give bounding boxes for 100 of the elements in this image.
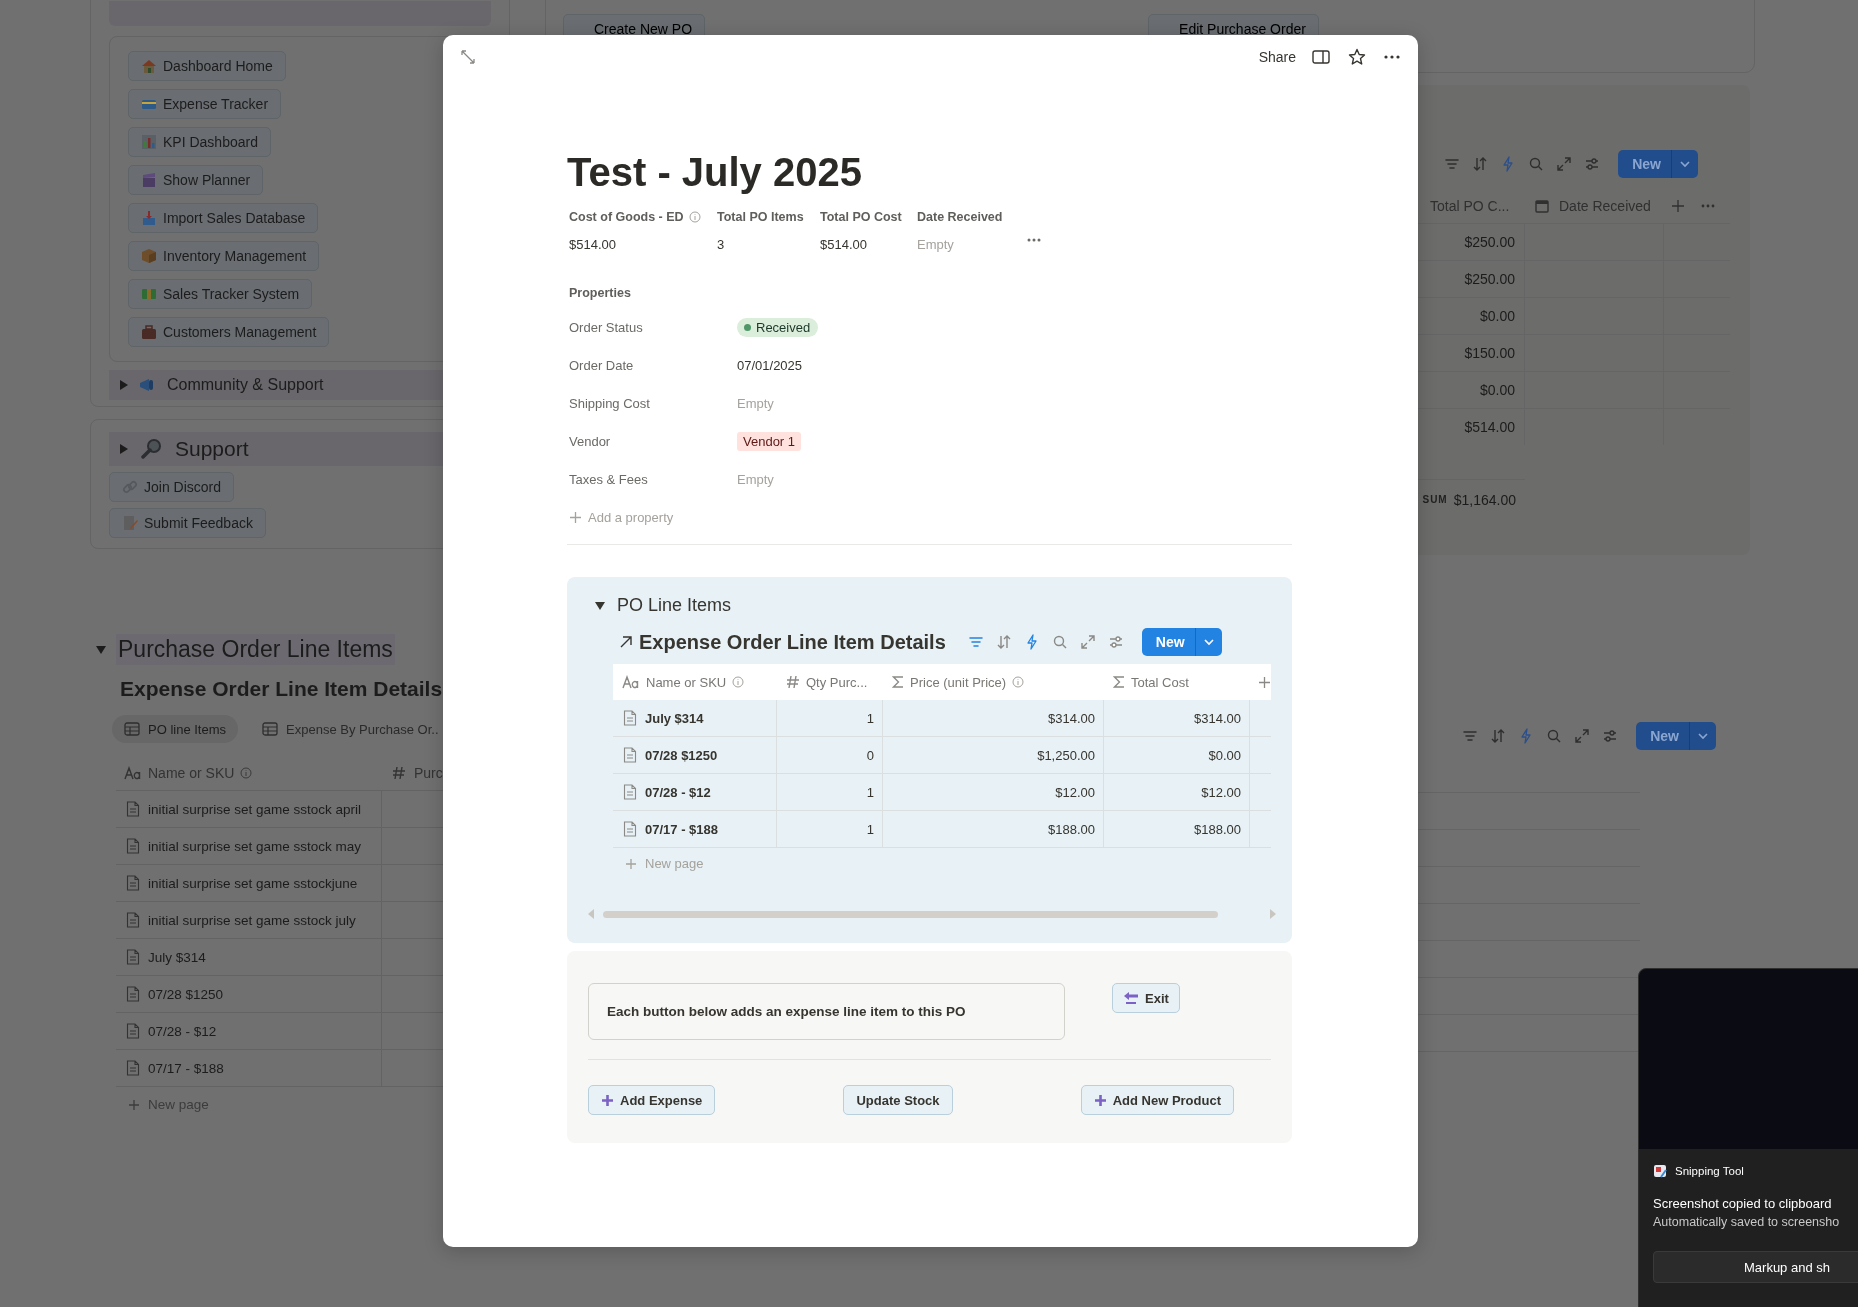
properties-heading: Properties <box>569 286 632 300</box>
new-button[interactable]: New <box>1141 628 1222 656</box>
sliders-icon <box>1602 728 1619 744</box>
table-cell: 1 <box>866 710 874 726</box>
nav-button[interactable]: Import Sales Database <box>128 203 319 233</box>
toast-title: Screenshot copied to clipboard <box>1652 1195 1833 1211</box>
sort-icon <box>1490 728 1507 744</box>
page-icon <box>126 986 140 1002</box>
row-name[interactable]: 07/28 $1250 <box>645 747 718 763</box>
row-name[interactable]: initial surprise set game sstockjune <box>148 875 358 891</box>
calendar-icon <box>1535 198 1549 213</box>
new-page-button[interactable]: New page <box>645 856 704 871</box>
property-label: Shipping Cost <box>569 395 651 411</box>
table-cell: $12.00 <box>1201 784 1241 800</box>
plus-icon <box>569 511 582 524</box>
view-tab[interactable]: PO line Items <box>112 715 239 743</box>
column-header[interactable]: Qty Purc... <box>806 674 868 690</box>
nav-button[interactable]: Sales Tracker System <box>128 279 313 309</box>
nav-button[interactable]: Expense Tracker <box>128 89 282 119</box>
new-button[interactable]: New <box>1636 722 1716 750</box>
support-button[interactable]: Join Discord <box>109 472 235 502</box>
row-name[interactable]: initial surprise set game sstock july <box>148 912 356 928</box>
column-header[interactable]: Total Cost <box>1131 674 1189 690</box>
markup-button[interactable]: Markup and sh <box>1653 1251 1858 1283</box>
nav-button[interactable]: Show Planner <box>128 165 264 195</box>
toggle-heading[interactable]: Support <box>175 437 249 461</box>
section-heading: PO Line Items <box>617 595 732 616</box>
action-button[interactable]: Add Expense <box>588 1085 716 1115</box>
nav-button[interactable]: Inventory Management <box>128 241 320 271</box>
more-icon[interactable] <box>1384 55 1400 59</box>
property-value[interactable]: 07/01/2025 <box>737 357 803 373</box>
row-name[interactable]: July $314 <box>148 949 206 965</box>
share-button[interactable]: Share <box>1258 49 1296 65</box>
database-title[interactable]: Expense Order Line Item Details <box>639 630 946 654</box>
scrollbar-thumb[interactable] <box>603 910 1218 918</box>
view-tab[interactable]: Expense By Purchase Or.. <box>250 715 451 743</box>
support-button[interactable]: Submit Feedback <box>109 508 266 538</box>
caret-icon <box>1679 158 1691 170</box>
more-icon <box>1701 203 1715 208</box>
row-name[interactable]: July $314 <box>645 710 704 726</box>
sort-icon <box>1472 156 1489 172</box>
property-value[interactable]: Empty <box>737 395 774 411</box>
action-button[interactable]: Update Stock <box>843 1085 953 1115</box>
sum-value: $1,164.00 <box>1453 491 1516 508</box>
column-header[interactable]: Date Received <box>1559 197 1651 214</box>
column-header[interactable]: Name or SKU <box>148 764 235 781</box>
sigma-icon <box>1113 675 1125 689</box>
expand-triangle-icon[interactable] <box>119 444 129 454</box>
page-icon <box>126 1060 140 1076</box>
filter-icon <box>1462 728 1479 744</box>
action-button[interactable]: Add New Product <box>1080 1085 1234 1115</box>
page-icon <box>623 710 637 726</box>
expand-triangle-icon[interactable] <box>119 380 129 390</box>
table-cell: 1 <box>866 821 874 837</box>
collapse-arrows-icon[interactable] <box>461 50 475 64</box>
collapse-triangle-icon[interactable] <box>595 600 605 611</box>
new-button[interactable]: New <box>1618 150 1698 178</box>
table-icon <box>262 722 279 736</box>
nav-button[interactable]: KPI Dashboard <box>128 127 271 157</box>
row-name[interactable]: initial surprise set game sstock may <box>148 838 362 854</box>
row-name[interactable]: 07/28 - $12 <box>148 1023 217 1039</box>
table-cell: $12.00 <box>1055 784 1095 800</box>
box-icon <box>141 248 157 264</box>
nav-button[interactable]: Customers Management <box>128 317 330 347</box>
summary-label: Total PO Cost <box>820 210 902 224</box>
column-header[interactable]: Name or SKU <box>646 674 727 690</box>
link-arrow-icon <box>619 635 633 649</box>
callout-text: Each button below adds an expense line item to this PO <box>588 983 1065 1040</box>
scroll-right-icon <box>1269 909 1277 919</box>
column-header[interactable]: Purc <box>414 764 443 781</box>
property-label: Order Status <box>569 319 644 335</box>
plus-icon <box>1671 198 1685 213</box>
status-tag[interactable]: Received <box>737 317 819 337</box>
page-icon <box>126 838 140 854</box>
caret-icon <box>1697 730 1709 742</box>
table-icon <box>124 722 140 736</box>
add-property-button[interactable]: Add a property <box>588 510 674 525</box>
property-label: Taxes & Fees <box>569 471 649 487</box>
row-name[interactable]: initial surprise set game sstock april <box>148 801 362 817</box>
more-icon[interactable] <box>1027 238 1041 242</box>
row-name[interactable]: 07/17 - $188 <box>645 821 718 837</box>
vendor-tag[interactable]: Vendor 1 <box>737 431 802 451</box>
row-name[interactable]: 07/17 - $188 <box>148 1060 224 1076</box>
info-icon <box>732 676 745 688</box>
property-value[interactable]: Empty <box>737 471 774 487</box>
nav-button[interactable]: Dashboard Home <box>128 51 286 81</box>
search-icon <box>1528 156 1545 172</box>
star-icon[interactable] <box>1348 48 1366 66</box>
clapperboard-icon <box>141 172 157 188</box>
row-name[interactable]: 07/28 - $12 <box>645 784 711 800</box>
sliders-icon <box>1107 634 1124 650</box>
row-name[interactable]: 07/28 $1250 <box>148 986 224 1002</box>
page-icon <box>623 747 637 763</box>
side-panel-icon[interactable] <box>1312 49 1330 65</box>
exit-button[interactable]: Exit <box>1112 983 1180 1013</box>
sort-icon <box>995 634 1012 650</box>
expand-icon <box>1079 634 1096 650</box>
number-type-icon <box>392 765 406 780</box>
column-header[interactable]: Price (unit Price) <box>910 674 1007 690</box>
plus-icon <box>128 1098 140 1111</box>
